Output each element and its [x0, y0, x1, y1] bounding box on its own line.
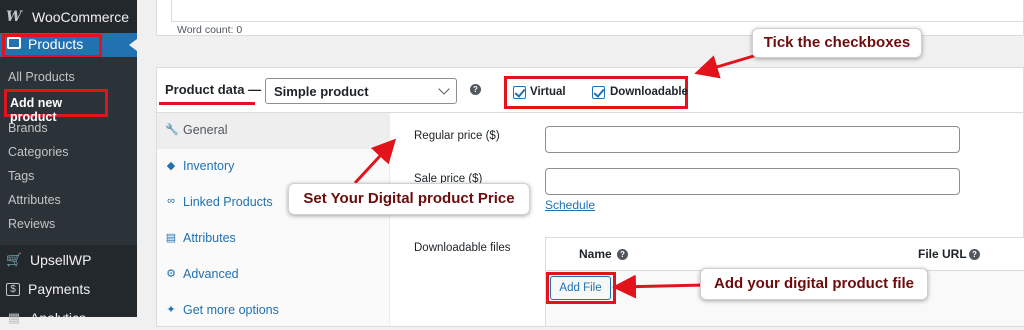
schedule-link[interactable]: Schedule: [545, 198, 595, 212]
tab-label: General: [183, 123, 228, 137]
submenu-all-products[interactable]: All Products: [8, 70, 75, 84]
tab-label: Advanced: [183, 267, 239, 281]
regular-price-label: Regular price ($): [414, 130, 500, 142]
sidebar-item-analytics[interactable]: ▦ Analytics: [0, 306, 86, 330]
submenu-label: Add new product: [10, 96, 63, 124]
sidebar-item-label: UpsellWP: [30, 252, 92, 268]
tab-label: Inventory: [183, 159, 235, 173]
wrench-icon: 🔧: [165, 124, 179, 136]
downloadable-files-label: Downloadable files: [414, 242, 511, 254]
tab-general[interactable]: 🔧 General: [157, 113, 389, 149]
sidebar-item-upsellwp[interactable]: 🛒 UpsellWP: [0, 248, 91, 272]
tab-advanced[interactable]: ⚙ Advanced: [157, 257, 389, 293]
tab-attributes[interactable]: ▤ Attributes: [157, 221, 389, 257]
woocommerce-icon: W: [6, 8, 22, 25]
product-type-value: Simple product: [274, 84, 369, 99]
submenu-brands[interactable]: Brands: [8, 121, 48, 135]
chart-icon: ▦: [7, 310, 21, 325]
submenu-attributes[interactable]: Attributes: [8, 193, 61, 207]
callout-checkboxes: Tick the checkboxes: [752, 28, 922, 58]
sidebar-item-products[interactable]: Products: [0, 33, 137, 58]
dollar-icon: $: [6, 282, 20, 296]
help-icon[interactable]: ?: [969, 249, 980, 260]
col-name: Name: [579, 247, 612, 261]
sidebar-item-label: WooCommerce: [32, 8, 129, 25]
title-underline: [159, 102, 255, 105]
submenu-tags[interactable]: Tags: [8, 169, 34, 183]
table-header: Name ? File URL ?: [546, 238, 1024, 271]
add-file-button[interactable]: Add File: [550, 276, 611, 300]
chevron-down-icon: [438, 83, 450, 95]
gear-icon: ⚙: [166, 268, 176, 280]
sidebar-item-label: Payments: [28, 281, 91, 297]
col-file-url: File URL: [918, 247, 967, 261]
products-submenu: All Products Add new product Brands Cate…: [0, 57, 137, 245]
table-icon: ▤: [165, 232, 177, 244]
submenu-add-new-product[interactable]: Add new product: [4, 89, 108, 124]
downloadable-checkbox[interactable]: [592, 86, 605, 99]
callout-price: Set Your Digital product Price: [288, 183, 530, 215]
callout-file: Add your digital product file: [700, 268, 928, 300]
tab-label: Linked Products: [183, 195, 273, 209]
link-icon: ∞: [167, 195, 175, 207]
plug-icon: ✦: [166, 304, 176, 316]
submenu-reviews[interactable]: Reviews: [8, 217, 55, 231]
archive-icon: [7, 37, 21, 49]
virtual-label: Virtual: [530, 86, 566, 98]
admin-sidebar: W WooCommerce Products All Products Add …: [0, 0, 137, 326]
product-data-header: Product data — Simple product ? Virtual …: [157, 68, 1023, 113]
checkboxes-highlight: Virtual Downloadable: [504, 76, 688, 109]
product-type-select[interactable]: Simple product: [265, 78, 457, 104]
sidebar-item-woocommerce[interactable]: W WooCommerce: [0, 0, 137, 33]
product-data-tabs: 🔧 General ◆ Inventory ∞ Linked Products …: [157, 113, 390, 326]
help-icon[interactable]: ?: [470, 84, 481, 95]
regular-price-input[interactable]: [545, 126, 960, 153]
cart-icon: 🛒: [6, 252, 23, 267]
sidebar-item-label: Products: [28, 36, 84, 52]
tab-label: Attributes: [183, 231, 236, 245]
downloadable-label: Downloadable: [610, 86, 688, 98]
product-data-title: Product data —: [165, 82, 262, 97]
virtual-checkbox[interactable]: [513, 86, 526, 99]
editor-textarea[interactable]: [171, 0, 1024, 22]
tab-label: Get more options: [183, 303, 279, 317]
tag-icon: ◆: [166, 160, 176, 172]
current-menu-arrow: [129, 39, 137, 51]
submenu-categories[interactable]: Categories: [8, 145, 68, 159]
sidebar-item-payments[interactable]: $ Payments: [0, 277, 90, 301]
help-icon[interactable]: ?: [617, 249, 628, 260]
sale-price-input[interactable]: [545, 168, 960, 195]
tab-get-more-options[interactable]: ✦ Get more options: [157, 293, 389, 329]
word-count: Word count: 0: [177, 24, 243, 36]
sidebar-item-label: Analytics: [30, 310, 87, 326]
tab-inventory[interactable]: ◆ Inventory: [157, 149, 389, 185]
